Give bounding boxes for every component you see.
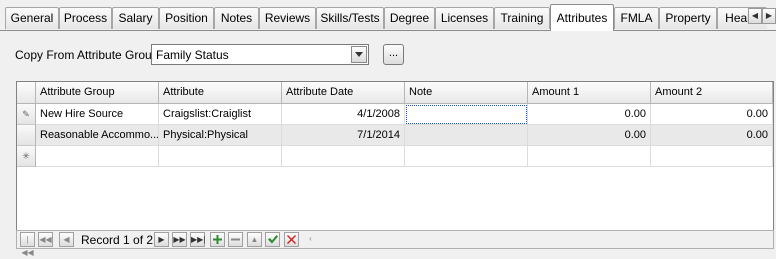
cell-attribute-group[interactable]: Reasonable Accommo...	[36, 125, 159, 146]
cell-amount-1[interactable]: 0.00	[528, 125, 651, 146]
tab-licenses[interactable]: Licenses	[435, 7, 494, 29]
edit-pencil-icon: ✎	[17, 104, 36, 125]
dropdown-button[interactable]	[351, 46, 367, 63]
chevron-left-icon: ◀	[751, 11, 759, 20]
record-count-text: Record 1 of 2	[81, 233, 154, 247]
record-navigator: |◀◀ ◀◀ ◀ Record 1 of 2 ▶ ▶▶ ▶▶| ▲ ‹	[16, 230, 774, 257]
last-page-button[interactable]: ▶▶|	[190, 232, 205, 247]
tab-attributes[interactable]: Attributes	[550, 4, 614, 31]
column-header-amount-2[interactable]: Amount 2	[651, 82, 773, 104]
cell-note[interactable]	[405, 104, 528, 125]
scroll-left-button[interactable]: ‹	[303, 232, 318, 247]
cell-new-amount-1[interactable]	[528, 146, 651, 167]
cell-new-attribute-date[interactable]	[282, 146, 405, 167]
cell-attribute-group[interactable]: New Hire Source	[36, 104, 159, 125]
tab-scroll-left-button[interactable]: ◀	[748, 8, 762, 24]
tab-skills-tests[interactable]: Skills/Tests	[316, 7, 384, 29]
tab-reviews[interactable]: Reviews	[259, 7, 316, 29]
cell-amount-2[interactable]: 0.00	[651, 125, 773, 146]
plus-icon	[213, 235, 222, 244]
cell-new-attribute-group[interactable]	[36, 146, 159, 167]
triangle-up-icon: ▲	[250, 235, 259, 244]
prev-page-icon: ◀◀	[39, 235, 52, 244]
tab-notes[interactable]: Notes	[214, 7, 259, 29]
tab-degree[interactable]: Degree	[384, 7, 435, 29]
cancel-edit-button[interactable]	[284, 232, 299, 247]
tab-salary[interactable]: Salary	[112, 7, 159, 29]
add-record-button[interactable]	[210, 232, 225, 247]
tab-scroll-right-button[interactable]: ▶	[762, 8, 776, 24]
tab-fmla[interactable]: FMLA	[614, 7, 659, 29]
copy-from-value: Family Status	[156, 48, 229, 62]
new-row[interactable]: ✳	[17, 146, 773, 167]
chevron-left-icon: ◀	[63, 235, 70, 244]
minus-icon	[231, 238, 240, 241]
cell-new-note[interactable]	[405, 146, 528, 167]
attributes-grid[interactable]: Attribute Group Attribute Attribute Date…	[16, 81, 774, 231]
copy-from-label: Copy From Attribute Group	[15, 48, 159, 62]
next-record-button[interactable]: ▶	[154, 232, 169, 247]
table-row[interactable]: Reasonable Accommo... Physical:Physical …	[17, 125, 773, 146]
next-page-icon: ▶▶	[173, 235, 186, 244]
column-header-attribute-date[interactable]: Attribute Date	[282, 82, 405, 104]
cell-attribute[interactable]: Physical:Physical	[159, 125, 282, 146]
post-edit-button[interactable]	[265, 232, 280, 247]
checkmark-icon	[267, 235, 278, 244]
chevron-right-icon: ▶	[765, 11, 773, 20]
first-page-button[interactable]: |◀◀	[20, 232, 35, 257]
cell-attribute-date[interactable]: 4/1/2008	[282, 104, 405, 125]
cell-attribute-date[interactable]: 7/1/2014	[282, 125, 405, 146]
delete-record-button[interactable]	[228, 232, 243, 247]
cell-note[interactable]	[405, 125, 528, 146]
chevron-down-icon	[355, 52, 363, 57]
edit-record-button[interactable]: ▲	[247, 232, 262, 247]
cell-amount-2[interactable]: 0.00	[651, 104, 773, 125]
chevron-left-icon: ‹	[309, 234, 312, 243]
prev-record-button[interactable]: ◀	[59, 232, 74, 247]
close-icon	[287, 235, 296, 244]
column-header-note[interactable]: Note	[405, 82, 528, 104]
cell-new-amount-2[interactable]	[651, 146, 773, 167]
copy-from-combobox[interactable]: Family Status	[151, 44, 369, 65]
tab-position[interactable]: Position	[159, 7, 214, 29]
prev-page-button[interactable]: ◀◀	[38, 232, 53, 247]
next-page-button[interactable]: ▶▶	[172, 232, 187, 247]
tab-property[interactable]: Property	[659, 7, 717, 29]
new-row-asterisk-icon: ✳	[17, 146, 36, 167]
cell-new-attribute[interactable]	[159, 146, 282, 167]
column-header-amount-1[interactable]: Amount 1	[528, 82, 651, 104]
chevron-right-icon: ▶	[158, 235, 165, 244]
cell-attribute[interactable]: Craigslist:Craiglist	[159, 104, 282, 125]
first-page-icon: |◀◀	[21, 235, 34, 257]
column-header-attribute-group[interactable]: Attribute Group	[36, 82, 159, 104]
row-indicator-header	[17, 82, 36, 104]
tab-strip: General Process Salary Position Notes Re…	[0, 0, 776, 31]
row-indicator	[17, 125, 36, 146]
tab-training[interactable]: Training	[494, 7, 550, 29]
last-page-icon: ▶▶|	[191, 235, 206, 244]
tab-process[interactable]: Process	[59, 7, 112, 29]
cell-amount-1[interactable]: 0.00	[528, 104, 651, 125]
table-row[interactable]: ✎ New Hire Source Craigslist:Craiglist 4…	[17, 104, 773, 125]
tab-general[interactable]: General	[5, 7, 59, 29]
column-header-attribute[interactable]: Attribute	[159, 82, 282, 104]
ellipsis-button[interactable]: ...	[383, 44, 404, 65]
